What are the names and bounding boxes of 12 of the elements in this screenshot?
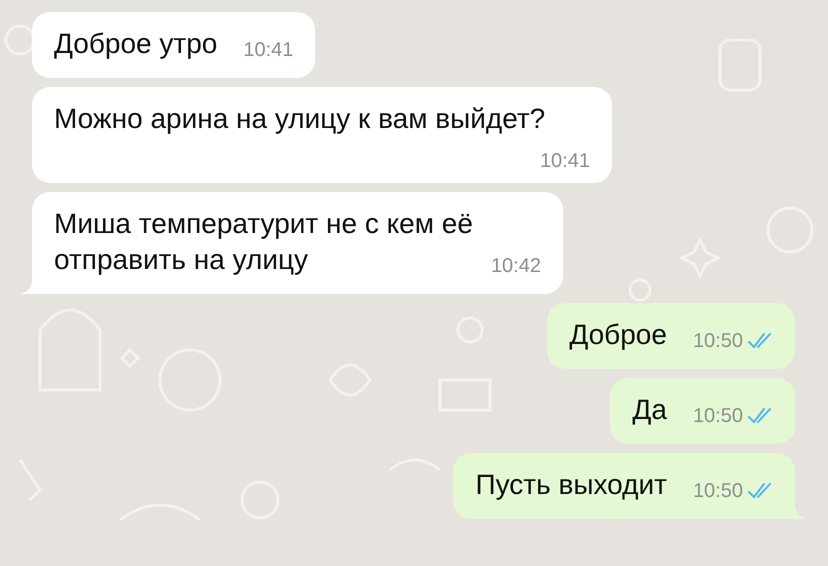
message-text: Доброе утро [54,28,218,59]
message-time: 10:41 [243,38,294,62]
message-text: Можно арина на улицу к вам выйдет? [54,103,546,134]
message-time: 10:50 [692,329,743,353]
message-text: Миша температурит не с кем её отправить на улицу [54,208,473,275]
message-text: Да [632,394,667,425]
message-time: 10:41 [540,149,590,173]
message-time: 10:50 [692,404,743,428]
message-time: 10:50 [692,479,743,503]
message-text: Пусть выходит [475,469,667,500]
message-text: Доброе [569,319,667,350]
message-time: 10:42 [490,254,541,278]
